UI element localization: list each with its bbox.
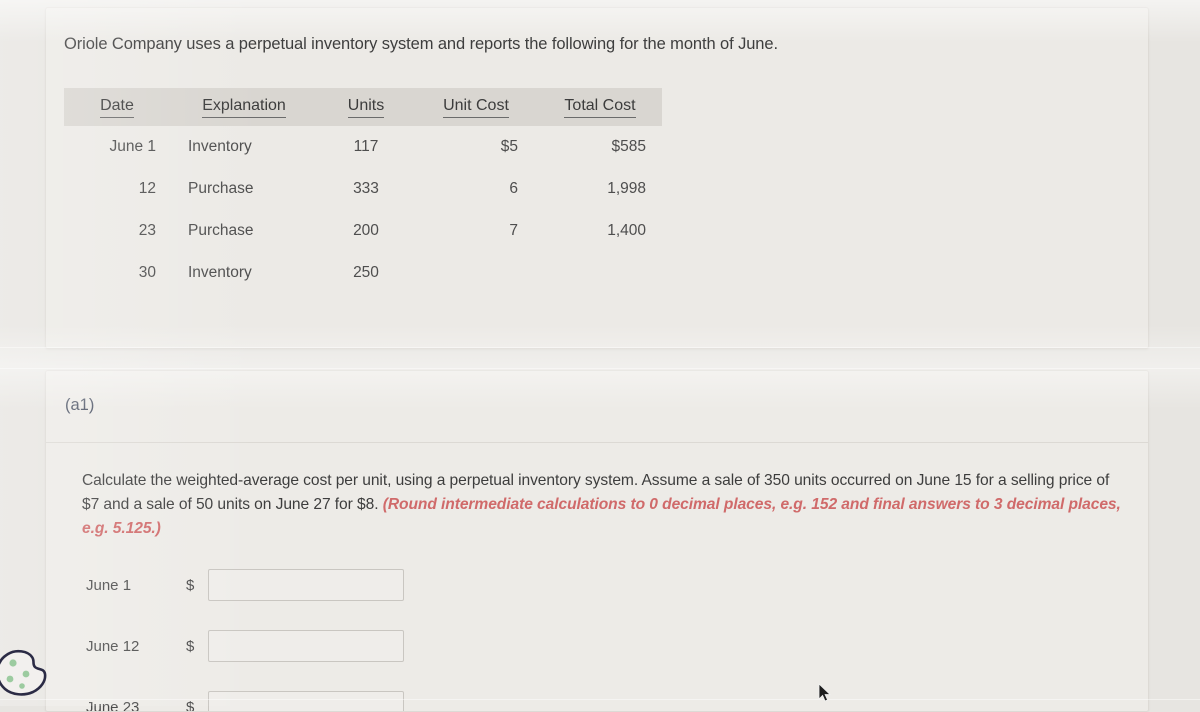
cell-unit-cost: $5	[414, 126, 538, 168]
column-header-unit-cost-label: Unit Cost	[443, 97, 509, 118]
dollar-sign-icon: $	[186, 577, 208, 594]
cell-explanation: Inventory	[170, 126, 318, 168]
cell-date: 12	[64, 168, 170, 210]
cell-total-cost	[538, 252, 662, 294]
cell-explanation: Inventory	[170, 252, 318, 294]
table-row: 23 Purchase 200 7 1,400	[64, 210, 662, 252]
table-row: June 1 Inventory 117 $5 $585	[64, 126, 662, 168]
cell-date: 30	[64, 252, 170, 294]
cell-units: 200	[318, 210, 414, 252]
cookie-consent-button[interactable]	[0, 648, 50, 700]
column-header-date-label: Date	[100, 97, 134, 118]
inventory-table: Date Explanation Units Unit Cost Total C…	[64, 88, 662, 294]
answer-input-list: June 1 $ June 12 $ June 23 $	[86, 567, 506, 712]
column-header-unit-cost: Unit Cost	[414, 88, 538, 126]
intro-paragraph: Oriole Company uses a perpetual inventor…	[64, 35, 778, 54]
cell-explanation: Purchase	[170, 210, 318, 252]
table-row: 12 Purchase 333 6 1,998	[64, 168, 662, 210]
answer-row-june-12: June 12 $	[86, 628, 506, 664]
question-card: (a1) Calculate the weighted-average cost…	[45, 370, 1149, 712]
column-header-units-label: Units	[348, 97, 384, 118]
cell-explanation: Purchase	[170, 168, 318, 210]
answer-label: June 23	[86, 699, 186, 712]
column-header-total-cost: Total Cost	[538, 88, 662, 126]
cell-unit-cost: 7	[414, 210, 538, 252]
cell-units: 250	[318, 252, 414, 294]
table-row: 30 Inventory 250	[64, 252, 662, 294]
answer-input-june-1[interactable]	[208, 569, 404, 601]
question-part-label: (a1)	[65, 396, 94, 415]
column-header-total-cost-label: Total Cost	[564, 97, 635, 118]
cell-units: 117	[318, 126, 414, 168]
page-canvas: Oriole Company uses a perpetual inventor…	[0, 0, 1200, 706]
cell-total-cost: 1,400	[538, 210, 662, 252]
cell-unit-cost: 6	[414, 168, 538, 210]
inventory-table-header: Date Explanation Units Unit Cost Total C…	[64, 88, 662, 126]
answer-label: June 12	[86, 638, 186, 655]
question-card-header: (a1)	[46, 371, 1148, 443]
table-header-row: Date Explanation Units Unit Cost Total C…	[64, 88, 662, 126]
column-header-explanation-label: Explanation	[202, 97, 286, 118]
answer-row-june-1: June 1 $	[86, 567, 506, 603]
inventory-data-card: Oriole Company uses a perpetual inventor…	[45, 7, 1149, 349]
cell-total-cost: $585	[538, 126, 662, 168]
cell-units: 333	[318, 168, 414, 210]
cell-date: June 1	[64, 126, 170, 168]
question-prompt: Calculate the weighted-average cost per …	[82, 469, 1126, 541]
cell-date: 23	[64, 210, 170, 252]
answer-row-june-23: June 23 $	[86, 689, 506, 712]
question-card-body: Calculate the weighted-average cost per …	[46, 443, 1148, 711]
cell-unit-cost	[414, 252, 538, 294]
column-header-date: Date	[64, 88, 170, 126]
answer-input-june-23[interactable]	[208, 691, 404, 712]
column-header-units: Units	[318, 88, 414, 126]
answer-label: June 1	[86, 577, 186, 594]
answer-input-june-12[interactable]	[208, 630, 404, 662]
dollar-sign-icon: $	[186, 699, 208, 712]
column-header-explanation: Explanation	[170, 88, 318, 126]
cell-total-cost: 1,998	[538, 168, 662, 210]
dollar-sign-icon: $	[186, 638, 208, 655]
inventory-table-body: June 1 Inventory 117 $5 $585 12 Purchase…	[64, 126, 662, 294]
cookie-icon	[0, 648, 50, 700]
